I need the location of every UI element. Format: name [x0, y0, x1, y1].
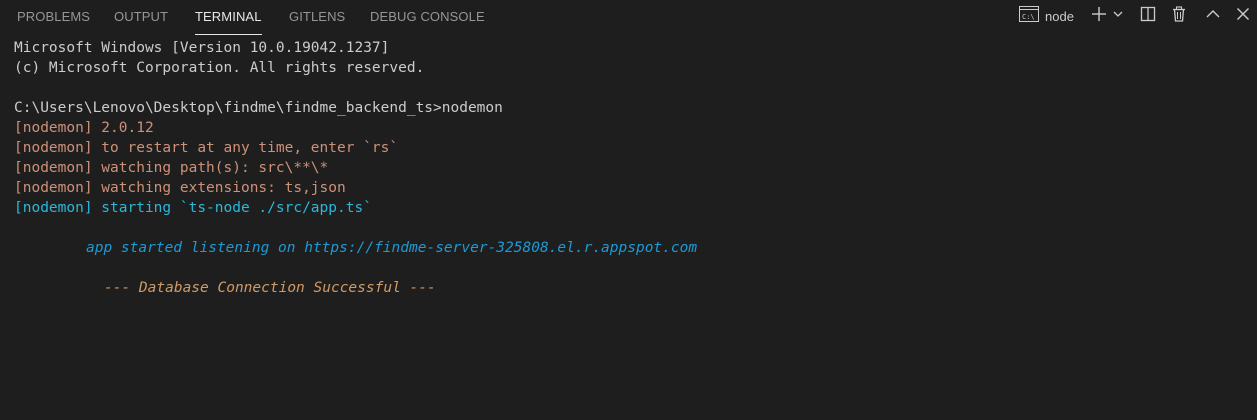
tab-gitlens-label: GITLENS	[289, 9, 346, 24]
plus-icon	[1091, 6, 1107, 27]
terminal-line: [nodemon] 2.0.12	[14, 120, 154, 136]
terminal-output[interactable]: Microsoft Windows [Version 10.0.19042.12…	[14, 38, 1244, 298]
kill-terminal-button[interactable]	[1169, 5, 1189, 27]
close-panel-button[interactable]	[1233, 5, 1253, 27]
database-connection-message: --- Database Connection Successful ---	[104, 280, 436, 296]
tab-gitlens[interactable]: GITLENS	[289, 0, 345, 35]
chevron-down-icon[interactable]	[1112, 7, 1124, 25]
tab-debug-console-label: DEBUG CONSOLE	[370, 9, 485, 24]
terminal-line: [nodemon] starting `ts-node ./src/app.ts…	[14, 200, 372, 216]
terminal-panel: PROBLEMS OUTPUT TERMINAL GITLENS DEBUG C…	[0, 0, 1257, 420]
new-terminal-button[interactable]	[1088, 5, 1126, 27]
terminal-name: node	[1045, 8, 1074, 24]
tab-output-label: OUTPUT	[114, 9, 169, 24]
tab-output[interactable]: OUTPUT	[114, 0, 168, 35]
svg-text:C:\: C:\	[1022, 13, 1035, 21]
tab-problems-label: PROBLEMS	[17, 9, 91, 24]
active-tab-indicator	[195, 34, 262, 35]
split-terminal-button[interactable]	[1138, 5, 1158, 27]
maximize-panel-button[interactable]	[1203, 5, 1223, 27]
terminal-line: [nodemon] watching extensions: ts,json	[14, 180, 346, 196]
terminal-icon: C:\	[1019, 5, 1039, 27]
server-started-message: app started listening on https://findme-…	[86, 240, 698, 256]
tab-problems[interactable]: PROBLEMS	[17, 0, 90, 35]
tab-terminal-label: TERMINAL	[195, 9, 262, 24]
terminal-line: [nodemon] to restart at any time, enter …	[14, 140, 399, 156]
terminal-line: (c) Microsoft Corporation. All rights re…	[14, 60, 425, 76]
panel-tab-bar: PROBLEMS OUTPUT TERMINAL GITLENS DEBUG C…	[0, 0, 1257, 35]
tab-debug-console[interactable]: DEBUG CONSOLE	[370, 0, 485, 35]
trash-icon	[1171, 5, 1187, 27]
terminal-line: Microsoft Windows [Version 10.0.19042.12…	[14, 40, 390, 56]
tab-terminal[interactable]: TERMINAL	[195, 0, 262, 35]
close-icon	[1235, 6, 1251, 27]
terminal-line: [nodemon] watching path(s): src\**\*	[14, 160, 329, 176]
terminal-selector[interactable]: C:\ node	[1019, 5, 1081, 27]
split-icon	[1140, 6, 1156, 27]
chevron-up-icon	[1205, 6, 1221, 27]
terminal-prompt-line: C:\Users\Lenovo\Desktop\findme\findme_ba…	[14, 100, 503, 116]
